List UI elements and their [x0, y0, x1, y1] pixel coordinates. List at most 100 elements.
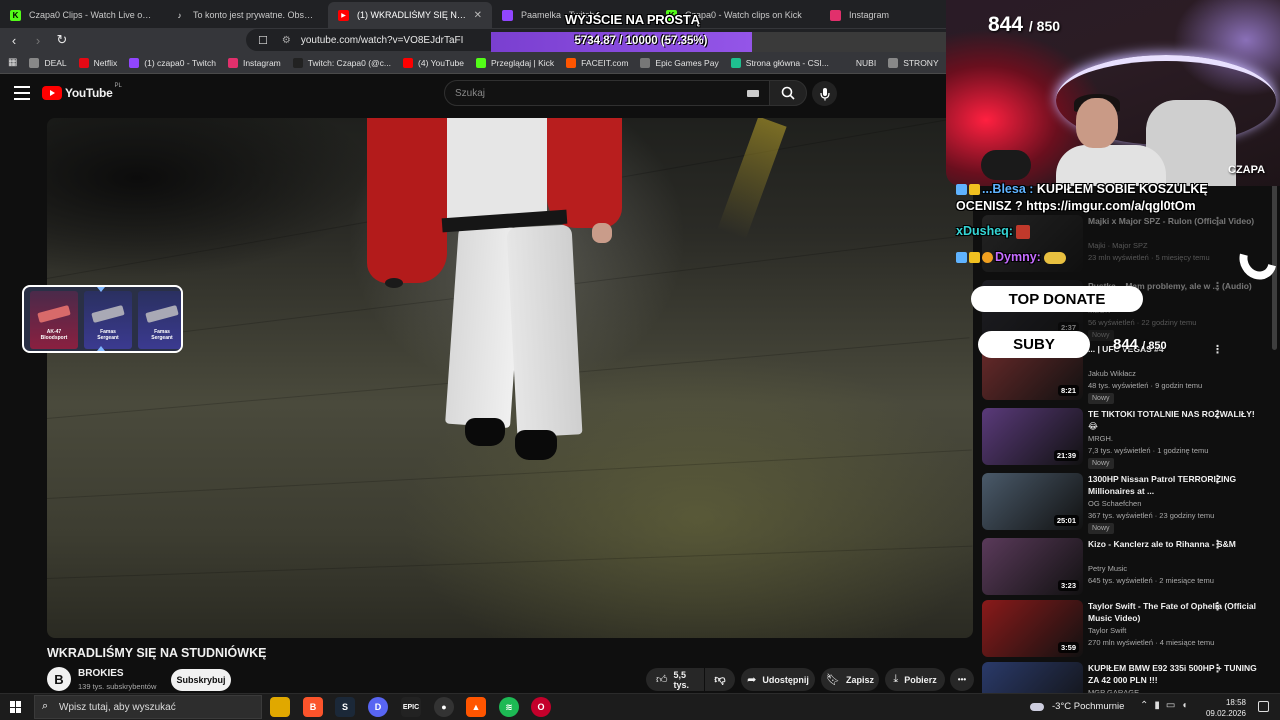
- discord-icon[interactable]: D: [368, 697, 388, 717]
- bookmark-item[interactable]: FACEIT.com: [566, 57, 628, 68]
- close-tab-icon[interactable]: ✕: [474, 10, 482, 21]
- video-thumbnail[interactable]: 25:01: [982, 473, 1083, 530]
- more-options-icon[interactable]: ⋮: [1212, 600, 1223, 613]
- bookmark-item[interactable]: Netflix: [78, 57, 117, 68]
- more-options-icon[interactable]: ⋮: [1212, 662, 1223, 675]
- tab-tiktok[interactable]: ♪ To konto jest prywatne. Obserwuj je.: [164, 2, 328, 28]
- forward-icon[interactable]: ›: [28, 30, 48, 50]
- taskbar-search-input[interactable]: ⌕ Wpisz tutaj, aby wyszukać: [34, 695, 262, 719]
- new-badge: Nowy: [1088, 523, 1114, 534]
- video-title[interactable]: KUPIŁEM BMW E92 335i 500HP + TUNING ZA 4…: [1088, 662, 1258, 686]
- bookmark-label: STRONY: [903, 57, 939, 68]
- like-button[interactable]: 👍︎ 5,5 tys.: [646, 668, 704, 691]
- bookmark-item[interactable]: Epic Games Pay: [640, 57, 719, 68]
- logo-text: YouTube: [65, 86, 113, 100]
- more-options-icon[interactable]: ⋮: [1212, 280, 1223, 293]
- brave-browser-icon[interactable]: B: [303, 697, 323, 717]
- video-thumbnail[interactable]: 21:39: [982, 408, 1083, 465]
- voice-search-button[interactable]: [812, 81, 837, 106]
- video-title[interactable]: Kizo - Kanclerz ale to Rihanna - S&M: [1088, 538, 1258, 550]
- video-thumbnail[interactable]: 3:23: [982, 538, 1083, 595]
- chat-message: OCENISZ ? https://imgur.com/a/qgl0tOm: [956, 199, 1196, 213]
- opera-gx-icon[interactable]: O: [531, 697, 551, 717]
- search-button[interactable]: [769, 80, 807, 106]
- bookmark-item[interactable]: DEAL: [29, 57, 67, 68]
- faceit-icon[interactable]: ▲: [466, 697, 486, 717]
- bookmark-star-icon[interactable]: ☐: [258, 34, 268, 47]
- search-input[interactable]: Szukaj: [444, 80, 770, 106]
- video-duration: 8:21: [1057, 385, 1079, 396]
- share-button[interactable]: ➦ Udostępnij: [741, 668, 815, 691]
- video-player[interactable]: [47, 118, 973, 638]
- channel-name[interactable]: BROKIES: [78, 668, 124, 679]
- netflix-icon: [78, 57, 89, 68]
- apps-grid-icon[interactable]: ▦: [8, 57, 17, 68]
- recommended-video[interactable]: 3:59 Taylor Swift - The Fate of Ophelia (…: [982, 600, 1280, 660]
- taskbar-clock[interactable]: 18:58 09.02.2026: [1204, 697, 1246, 719]
- new-badge: Nowy: [1088, 458, 1114, 469]
- more-options-icon[interactable]: ⋮: [1212, 215, 1223, 228]
- microphone-tray-icon[interactable]: ▮: [1154, 700, 1166, 711]
- steam-icon[interactable]: S: [335, 697, 355, 717]
- video-channel[interactable]: Majki · Major SPZ: [1088, 241, 1148, 250]
- video-title[interactable]: 1300HP Nissan Patrol TERRORIZING Million…: [1088, 473, 1258, 497]
- video-channel[interactable]: Taylor Swift: [1088, 626, 1126, 635]
- download-button[interactable]: ⤓ Pobierz: [885, 668, 945, 691]
- keyboard-icon[interactable]: [747, 90, 759, 97]
- bookmark-item[interactable]: Instagram: [227, 57, 281, 68]
- more-options-icon[interactable]: ⋮: [1212, 343, 1223, 356]
- recommended-video[interactable]: 21:39 TE TIKTOKI TOTALNIE NAS ROZWALIŁY!😂…: [982, 408, 1280, 469]
- channel-avatar[interactable]: B: [47, 667, 71, 691]
- video-thumbnail[interactable]: 3:59: [982, 600, 1083, 657]
- tab-kick-clips[interactable]: K Czapa0 Clips - Watch Live on Kick: [0, 2, 164, 28]
- more-options-icon[interactable]: ⋮: [1212, 538, 1223, 551]
- bookmark-item[interactable]: Twitch: Czapa0 (@c...: [292, 57, 391, 68]
- recommended-video[interactable]: 3:23 Kizo - Kanclerz ale to Rihanna - S&M…: [982, 538, 1280, 598]
- bookmark-item[interactable]: Przeglądaj | Kick: [476, 57, 554, 68]
- file-explorer-icon[interactable]: [270, 697, 290, 717]
- menu-icon[interactable]: [14, 86, 30, 100]
- dislike-button[interactable]: 👎︎: [705, 668, 735, 691]
- video-title[interactable]: Majki x Major SPZ - Rulon (Official Vide…: [1088, 215, 1258, 227]
- video-title: WKRADLIŚMY SIĘ NA STUDNIÓWKĘ: [47, 646, 267, 660]
- obs-icon[interactable]: ●: [434, 697, 454, 717]
- faceit-icon: [566, 57, 577, 68]
- folder-icon: [29, 57, 40, 68]
- video-channel[interactable]: MRGH.: [1088, 434, 1113, 443]
- more-options-icon[interactable]: ⋮: [1212, 473, 1223, 486]
- region-code: PL: [114, 83, 122, 89]
- save-button[interactable]: 🔖︎ Zapisz: [821, 668, 879, 691]
- video-channel[interactable]: Petry Music: [1088, 564, 1127, 573]
- notification-icon[interactable]: [1258, 701, 1269, 712]
- tiktok-icon: [292, 57, 303, 68]
- tab-youtube-active[interactable]: ▶ (1) WKRADLIŚMY SIĘ NA STUDNIÓWKĘ ✕: [328, 2, 492, 28]
- network-icon[interactable]: ▭: [1166, 700, 1181, 711]
- bookmark-item[interactable]: Strona główna - CSI...: [730, 57, 829, 68]
- video-title[interactable]: TE TIKTOKI TOTALNIE NAS ROZWALIŁY!😂: [1088, 408, 1258, 432]
- reload-icon[interactable]: ↻: [52, 30, 72, 50]
- windows-start-icon[interactable]: [10, 701, 22, 713]
- tray-chevron-icon[interactable]: ⌃: [1140, 700, 1154, 711]
- video-channel[interactable]: Jakub Wikłacz: [1088, 369, 1136, 378]
- system-tray[interactable]: ⌃▮▭◖: [1140, 700, 1193, 711]
- volume-icon[interactable]: ◖: [1181, 700, 1193, 711]
- recommended-video[interactable]: 25:01 1300HP Nissan Patrol TERRORIZING Mi…: [982, 473, 1280, 534]
- video-channel[interactable]: OG Schaefchen: [1088, 499, 1141, 508]
- spotify-icon[interactable]: ≋: [499, 697, 519, 717]
- video-title[interactable]: Taylor Swift - The Fate of Ophelia (Offi…: [1088, 600, 1258, 624]
- bookmark-item[interactable]: (4) YouTube: [403, 57, 464, 68]
- site-info-icon[interactable]: ⚙: [282, 35, 291, 46]
- weather-widget[interactable]: -3°C Pochmurnie: [1030, 701, 1124, 712]
- bookmark-item[interactable]: NUBI: [840, 57, 876, 68]
- badge-icon: [982, 252, 993, 264]
- bookmark-item[interactable]: (1) czapa0 - Twitch: [129, 57, 216, 68]
- back-icon[interactable]: ‹: [4, 30, 24, 50]
- sub-goal: / 850: [1142, 340, 1167, 352]
- epic-games-icon[interactable]: EPIC: [401, 697, 421, 717]
- subscribe-button[interactable]: Subskrybuj: [171, 669, 231, 691]
- youtube-logo[interactable]: YouTube PL: [42, 83, 122, 100]
- bookmark-item[interactable]: STRONY: [888, 57, 939, 68]
- video-meta: 56 wyświetleń · 22 godziny temu: [1088, 318, 1197, 327]
- more-actions-button[interactable]: •••: [950, 668, 974, 691]
- more-options-icon[interactable]: ⋮: [1212, 408, 1223, 421]
